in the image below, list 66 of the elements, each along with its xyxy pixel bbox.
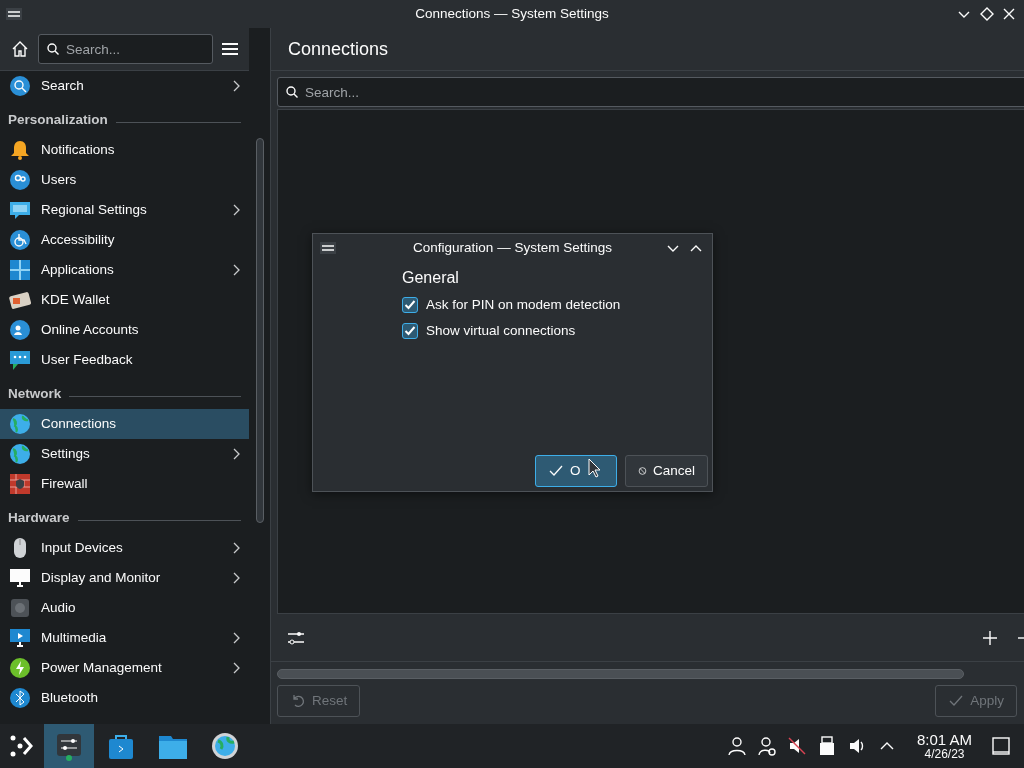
window-title: Connections — System Settings — [415, 4, 609, 23]
task-button[interactable] — [44, 724, 94, 768]
show-desktop-button[interactable] — [992, 737, 1010, 755]
sidebar-item[interactable]: Audio — [0, 593, 249, 623]
home-button[interactable] — [10, 39, 30, 59]
dialog-title: Configuration — System Settings — [413, 238, 612, 257]
sliders-button[interactable] — [287, 629, 305, 646]
brick-wall-icon — [9, 473, 31, 495]
menu-button[interactable] — [221, 41, 239, 57]
person-icon[interactable] — [726, 736, 747, 756]
globe-gear-icon — [210, 731, 240, 761]
speaker-icon — [9, 597, 31, 619]
sidebar-item[interactable]: Bluetooth — [0, 683, 249, 713]
sidebar-item[interactable]: Input Devices — [0, 533, 249, 563]
grid-icon — [9, 259, 31, 281]
sidebar-item[interactable]: Regional Settings — [0, 195, 249, 225]
sidebar-item[interactable]: Power Management — [0, 653, 249, 683]
page-title: Connections — [288, 37, 389, 61]
globe-icon — [9, 413, 31, 435]
scrollbar-thumb[interactable] — [277, 669, 964, 679]
bluetooth-icon — [9, 687, 31, 709]
search-field[interactable]: Search... — [277, 77, 1024, 107]
section-heading: Hardware — [8, 508, 70, 527]
speech-bubble-icon — [9, 199, 31, 221]
search-icon — [9, 75, 31, 97]
maximize-button[interactable] — [978, 6, 995, 22]
sidebar-item[interactable]: User Feedback — [0, 345, 249, 375]
sidebar-item[interactable]: Settings — [0, 439, 249, 469]
lightning-icon — [9, 657, 31, 679]
checkbox[interactable] — [402, 323, 418, 339]
person-icon[interactable] — [756, 736, 777, 756]
checkbox[interactable] — [402, 297, 418, 313]
ok-button[interactable]: O — [535, 455, 617, 487]
sidebar-item[interactable]: Search — [0, 71, 249, 101]
sidebar-item[interactable]: Connections — [0, 409, 249, 439]
people-icon — [9, 169, 31, 191]
person-icon — [9, 319, 31, 341]
sidebar-item[interactable]: Firewall — [0, 469, 249, 499]
sidebar-item[interactable]: Applications — [0, 255, 249, 285]
chat-icon — [9, 349, 31, 371]
sidebar-item[interactable]: Display and Monitor — [0, 563, 249, 593]
cancel-button[interactable]: Cancel — [625, 455, 708, 487]
muted-speaker-icon[interactable] — [786, 736, 807, 756]
section-heading: General — [402, 268, 460, 288]
monitor-icon — [9, 627, 31, 649]
undo-icon — [290, 693, 306, 709]
clock-time[interactable]: 8:01 AM — [916, 731, 972, 748]
add-button[interactable] — [982, 629, 998, 646]
section-heading: Personalization — [8, 110, 108, 129]
search-field[interactable]: Search... — [38, 34, 213, 64]
sidebar-item[interactable]: Accessibility — [0, 225, 249, 255]
sidebar-item[interactable]: Online Accounts — [0, 315, 249, 345]
checkbox-label: Show virtual connections — [426, 321, 576, 340]
section-heading: Network — [8, 384, 62, 403]
bell-icon — [9, 139, 31, 161]
sidebar-item[interactable]: Users — [0, 165, 249, 195]
sidebar-item[interactable]: Notifications — [0, 135, 249, 165]
globe-icon — [9, 443, 31, 465]
scrollbar-thumb[interactable] — [255, 138, 264, 523]
wheelchair-icon — [9, 229, 31, 251]
clock-date[interactable]: 4/26/23 — [924, 747, 965, 761]
checkbox-label: Ask for PIN on modem detection — [426, 295, 621, 314]
monitor-icon — [9, 567, 31, 589]
mouse-cursor-icon — [588, 458, 602, 478]
sidebar-item[interactable]: Multimedia — [0, 623, 249, 653]
sidebar-item[interactable]: KDE Wallet — [0, 285, 249, 315]
